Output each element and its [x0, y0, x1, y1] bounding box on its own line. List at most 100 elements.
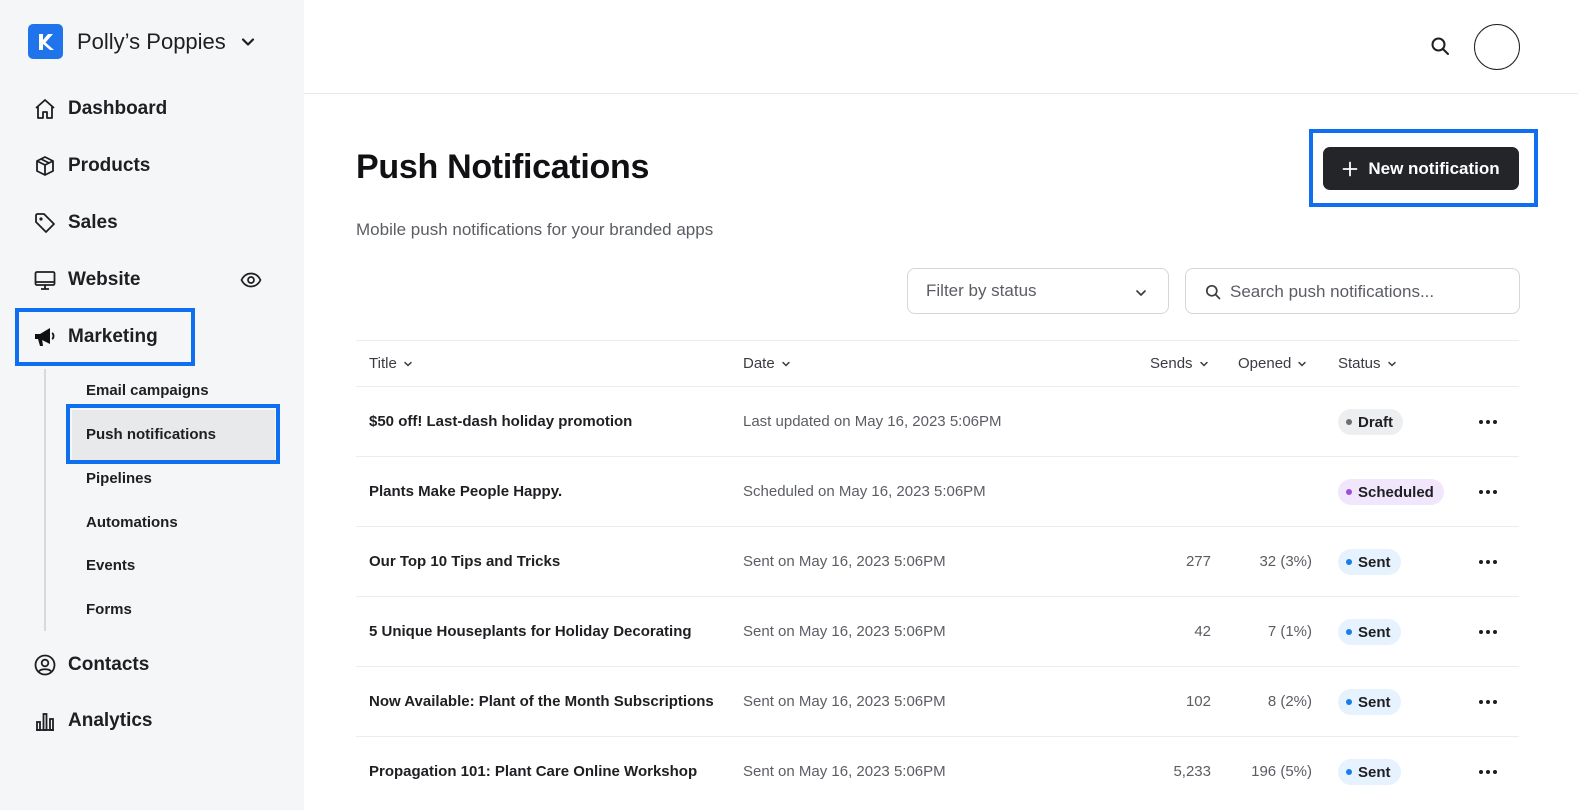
page-subtitle: Mobile push notifications for your brand… [356, 220, 714, 239]
status-dot [1346, 489, 1352, 495]
row-opened: 8 (2%) [1267, 693, 1312, 710]
more-options-icon[interactable] [1476, 479, 1500, 505]
nav-item-analytics[interactable]: Analytics [32, 704, 152, 738]
submenu-line [44, 369, 46, 631]
filter-status-select[interactable]: Filter by status [907, 268, 1169, 314]
filter-label: Filter by status [926, 281, 1037, 300]
nav-label: Marketing [68, 326, 158, 347]
table-row[interactable]: Propagation 101: Plant Care Online Works… [356, 737, 1519, 807]
table-row[interactable]: Now Available: Plant of the Month Subscr… [356, 667, 1519, 737]
column-header-opened[interactable]: Opened [1238, 355, 1307, 372]
row-sends: 42 [1194, 623, 1211, 640]
row-opened: 7 (1%) [1267, 623, 1312, 640]
brand-switcher[interactable]: Polly’s Poppies [28, 24, 256, 59]
more-options-icon[interactable] [1476, 759, 1500, 785]
more-options-icon[interactable] [1476, 689, 1500, 715]
row-opened: 196 (5%) [1251, 763, 1312, 780]
plus-icon [1342, 161, 1358, 177]
sub-item-automations[interactable]: Automations [86, 513, 178, 533]
search-input[interactable] [1230, 279, 1510, 305]
nav-label: Sales [68, 212, 118, 233]
status-label: Scheduled [1358, 483, 1434, 501]
eye-icon[interactable] [240, 270, 262, 290]
status-label: Sent [1358, 553, 1391, 571]
table-row[interactable]: Plants Make People Happy. Scheduled on M… [356, 457, 1519, 527]
column-header-sends[interactable]: Sends [1150, 355, 1209, 372]
status-dot [1346, 559, 1352, 565]
brand-logo-icon [28, 24, 63, 59]
status-badge: Scheduled [1338, 479, 1444, 505]
sidebar: Polly’s Poppies Dashboard Products Sales… [0, 0, 304, 810]
sub-item-email-campaigns[interactable]: Email campaigns [86, 381, 209, 401]
column-header-status[interactable]: Status [1338, 355, 1397, 372]
more-options-icon[interactable] [1476, 409, 1500, 435]
search-icon[interactable] [1430, 36, 1450, 56]
status-label: Sent [1358, 623, 1391, 641]
status-label: Sent [1358, 763, 1391, 781]
nav-item-products[interactable]: Products [32, 149, 150, 183]
sort-chevron-icon [781, 359, 791, 369]
row-title[interactable]: Our Top 10 Tips and Tricks [369, 552, 560, 572]
sub-item-forms[interactable]: Forms [86, 600, 132, 620]
box-icon [32, 153, 58, 179]
bar-chart-icon [32, 708, 58, 734]
row-title[interactable]: $50 off! Last-dash holiday promotion [369, 412, 632, 432]
brand-name: Polly’s Poppies [77, 28, 226, 54]
nav-label: Dashboard [68, 98, 168, 119]
status-badge: Sent [1338, 549, 1401, 575]
row-date: Sent on May 16, 2023 5:06PM [743, 763, 946, 780]
sub-item-events[interactable]: Events [86, 556, 135, 576]
megaphone-icon [32, 324, 58, 350]
status-label: Draft [1358, 413, 1394, 431]
row-sends: 102 [1185, 693, 1211, 710]
nav-item-marketing[interactable]: Marketing [32, 320, 158, 354]
page-title: Push Notifications [356, 148, 650, 186]
monitor-icon [32, 267, 58, 293]
table-header: Title Date Sends Opened Status [356, 340, 1519, 387]
status-dot [1346, 419, 1352, 425]
row-sends: 277 [1185, 553, 1211, 570]
chevron-down-icon [240, 34, 256, 50]
row-title[interactable]: Plants Make People Happy. [369, 482, 562, 502]
column-header-label: Title [369, 355, 397, 372]
row-title[interactable]: Now Available: Plant of the Month Subscr… [369, 692, 714, 712]
row-title[interactable]: Propagation 101: Plant Care Online Works… [369, 762, 697, 782]
top-bar [304, 0, 1578, 94]
nav-item-website[interactable]: Website [32, 263, 141, 297]
status-badge: Draft [1338, 409, 1404, 435]
sub-item-pipelines[interactable]: Pipelines [86, 469, 152, 489]
nav-label: Analytics [68, 710, 153, 731]
row-opened: 32 (3%) [1259, 553, 1312, 570]
table-row[interactable]: Our Top 10 Tips and Tricks Sent on May 1… [356, 527, 1519, 597]
column-header-label: Status [1338, 355, 1381, 372]
table-row[interactable]: $50 off! Last-dash holiday promotion Las… [356, 387, 1519, 457]
row-title[interactable]: 5 Unique Houseplants for Holiday Decorat… [369, 622, 692, 642]
nav-item-dashboard[interactable]: Dashboard [32, 92, 167, 126]
row-date: Sent on May 16, 2023 5:06PM [743, 553, 946, 570]
tag-icon [32, 210, 58, 236]
status-badge: Sent [1338, 689, 1401, 715]
status-badge: Sent [1338, 759, 1401, 785]
row-date: Sent on May 16, 2023 5:06PM [743, 693, 946, 710]
avatar[interactable] [1474, 24, 1520, 70]
search-box [1185, 268, 1520, 314]
nav-item-contacts[interactable]: Contacts [32, 648, 149, 682]
column-header-label: Sends [1150, 355, 1193, 372]
status-dot [1346, 629, 1352, 635]
column-header-date[interactable]: Date [743, 355, 791, 372]
new-notification-label: New notification [1368, 158, 1500, 178]
status-dot [1346, 699, 1352, 705]
column-header-label: Date [743, 355, 775, 372]
nav-item-sales[interactable]: Sales [32, 206, 118, 240]
column-header-title[interactable]: Title [369, 355, 413, 372]
status-label: Sent [1358, 693, 1391, 711]
row-date: Scheduled on May 16, 2023 5:06PM [743, 483, 986, 500]
more-options-icon[interactable] [1476, 549, 1500, 575]
new-notification-button[interactable]: New notification [1323, 147, 1519, 190]
notifications-table: Title Date Sends Opened Status $50 off! … [356, 340, 1519, 807]
sort-chevron-icon [1199, 359, 1209, 369]
more-options-icon[interactable] [1476, 619, 1500, 645]
table-row[interactable]: 5 Unique Houseplants for Holiday Decorat… [356, 597, 1519, 667]
sort-chevron-icon [1297, 359, 1307, 369]
sub-item-push-notifications[interactable]: Push notifications [86, 425, 216, 445]
